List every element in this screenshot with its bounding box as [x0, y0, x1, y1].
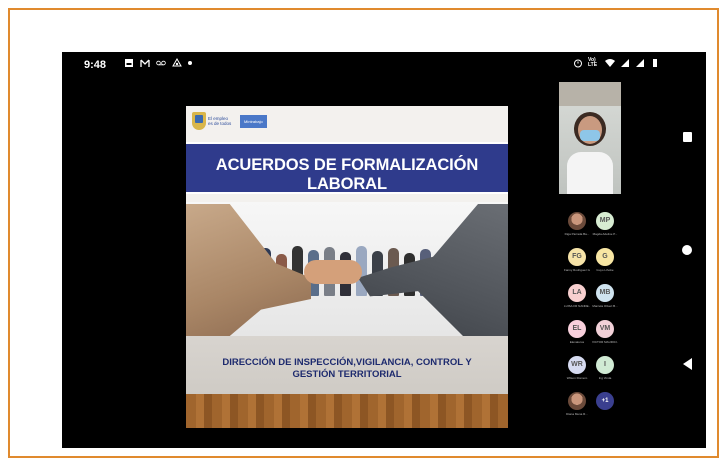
system-icons: Vo) LTE	[573, 58, 660, 68]
avatar: MP	[596, 212, 614, 230]
avatar: MB	[596, 284, 614, 302]
avatar	[568, 212, 586, 230]
participant-tile[interactable]: FG Fanny Rodriguez G...	[564, 248, 590, 272]
participant-row: WR Wilson Romero I Ing Vinda	[562, 356, 622, 390]
avatar: I	[596, 356, 614, 374]
participant-tile[interactable]: LA LUISA FR NANDE...	[564, 284, 590, 308]
participant-row: FG Fanny Rodriguez G... G Guyo Lthobe	[562, 248, 622, 282]
slide-title: ACUERDOS DE FORMALIZACIÓN LABORAL	[215, 156, 479, 193]
more-count-badge: +1	[596, 392, 614, 410]
status-bar: 9:48 Vo) LTE	[62, 52, 706, 80]
logo-tag: Mintrabajo	[240, 114, 267, 128]
shared-presentation-slide[interactable]: El empleo es de todos Mintrabajo ACUERDO…	[186, 106, 508, 428]
signal-icon	[621, 59, 629, 67]
slide-footer: DIRECCIÓN DE INSPECCIÓN,VIGILANCIA, CONT…	[186, 336, 508, 394]
phone-screen: 9:48 Vo) LTE El empleo es de todos Mintr…	[62, 52, 706, 448]
gallery-icon	[125, 59, 133, 67]
participant-tile[interactable]: G Guyo Lthobe	[592, 248, 618, 272]
participant-row: EL Elenaturos VM VICTOR MAURICI...	[562, 320, 622, 354]
participant-row: Diga Parrada Ba... MP Magda Adeline P...	[562, 212, 622, 246]
status-time: 9:48	[84, 59, 107, 71]
face-mask	[580, 130, 600, 141]
voicemail-icon	[156, 60, 166, 66]
avatar	[568, 392, 586, 410]
avatar: EL	[568, 320, 586, 338]
screenshot-frame: 9:48 Vo) LTE El empleo es de todos Mintr…	[8, 8, 719, 458]
participant-row: LA LUISA FR NANDE... MB Marcela Oliveri …	[562, 284, 622, 318]
wood-floor	[186, 394, 508, 428]
signal-icon	[636, 59, 644, 67]
handshake-photo	[186, 202, 508, 336]
slide-footer-text: DIRECCIÓN DE INSPECCIÓN,VIGILANCIA, CONT…	[222, 357, 472, 380]
notification-icons	[124, 58, 192, 68]
participant-tile[interactable]: Diana Mena R...	[564, 392, 590, 416]
gmail-icon	[140, 59, 150, 67]
mintrabajo-logo: El empleo es de todos Mintrabajo	[192, 110, 284, 132]
recents-button[interactable]	[683, 132, 692, 142]
participant-row: Diana Mena R... +1	[562, 392, 622, 426]
wifi-icon	[605, 59, 615, 67]
participant-tile[interactable]: MB Marcela Oliveri B...	[592, 284, 618, 308]
home-button[interactable]	[682, 245, 692, 255]
volte-label: Vo) LTE	[588, 57, 598, 68]
coat-of-arms-icon	[192, 112, 206, 130]
participant-tile[interactable]: EL Elenaturos	[564, 320, 590, 344]
participant-tile[interactable]: I Ing Vinda	[592, 356, 618, 380]
avatar: WR	[568, 356, 586, 374]
logo-text: El empleo es de todos	[208, 116, 232, 126]
participant-tile[interactable]: MP Magda Adeline P...	[592, 212, 618, 236]
participant-tile[interactable]: WR Wilson Romero	[564, 356, 590, 380]
speaker-video-tile[interactable]	[559, 82, 621, 194]
back-button[interactable]	[683, 358, 692, 370]
alarm-icon	[574, 59, 582, 68]
participant-tile[interactable]: Diga Parrada Ba...	[564, 212, 590, 236]
avatar: VM	[596, 320, 614, 338]
battery-icon	[653, 59, 657, 67]
more-participants-button[interactable]: +1	[592, 392, 618, 410]
handshake	[304, 260, 362, 284]
avatar: G	[596, 248, 614, 266]
more-notifications-dot	[188, 61, 192, 65]
sync-icon	[172, 58, 182, 67]
avatar: FG	[568, 248, 586, 266]
title-band: ACUERDOS DE FORMALIZACIÓN LABORAL	[186, 142, 508, 194]
avatar: LA	[568, 284, 586, 302]
participant-tile[interactable]: VM VICTOR MAURICI...	[592, 320, 618, 344]
